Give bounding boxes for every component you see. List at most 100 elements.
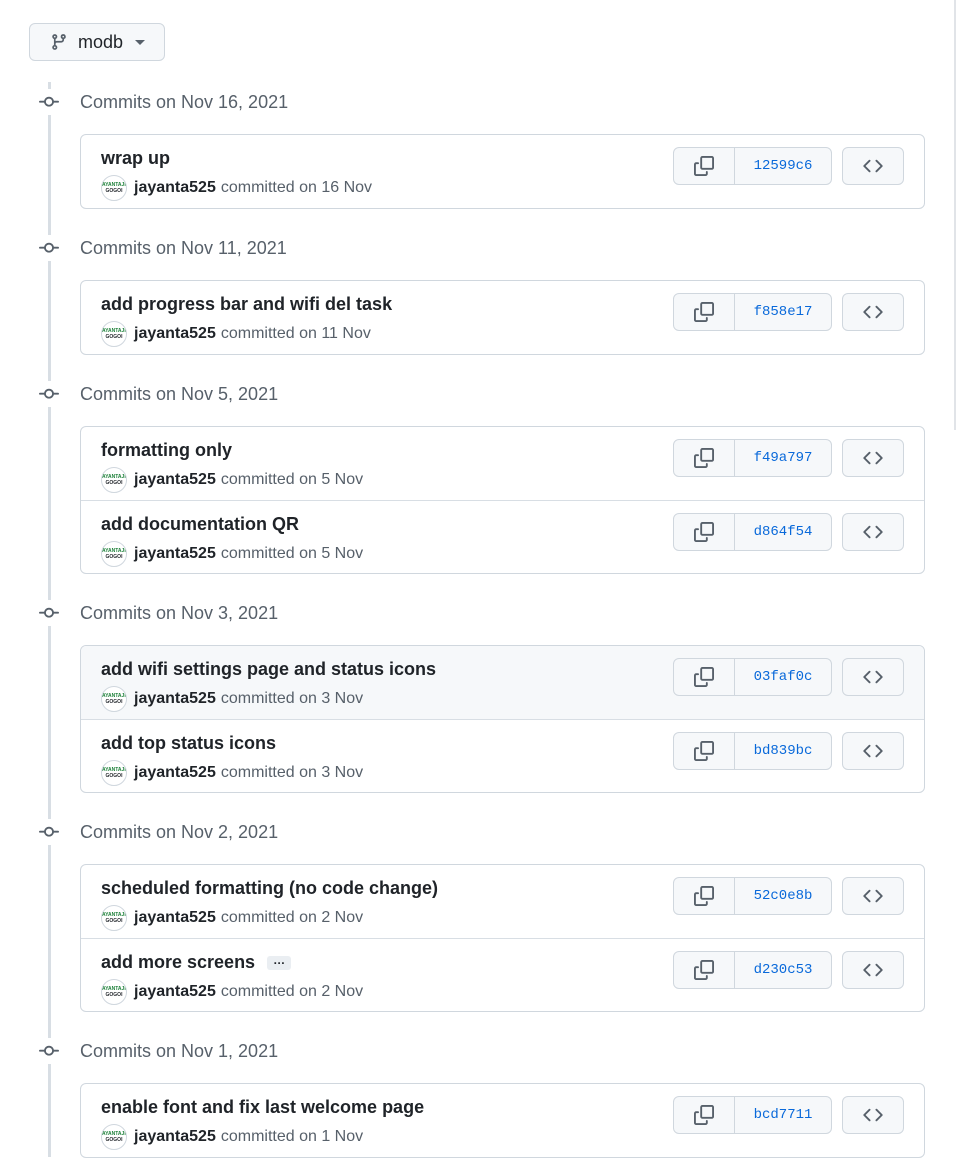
commit-message-link[interactable]: add documentation QR	[101, 514, 299, 535]
commit-row: enable font and fix last welcome page JAY…	[81, 1084, 924, 1157]
copy-sha-button[interactable]	[674, 952, 735, 988]
avatar[interactable]: JAYANTAJITGOGOI	[101, 905, 127, 931]
commit-group-list: scheduled formatting (no code change) JAY…	[80, 864, 925, 1012]
commit-sha-link[interactable]: d864f54	[735, 514, 831, 550]
commit-row: add wifi settings page and status icons J…	[81, 646, 924, 719]
avatar[interactable]: JAYANTAJITGOGOI	[101, 686, 127, 712]
commit-sha-group: 12599c6	[673, 147, 832, 185]
browse-repo-button[interactable]	[842, 513, 904, 551]
commit-message-link[interactable]: add progress bar and wifi del task	[101, 294, 392, 315]
copy-icon	[694, 667, 714, 687]
commit-group-date: Commits on Nov 5, 2021	[80, 383, 279, 404]
commit-sha-link[interactable]: d230c53	[735, 952, 831, 988]
commit-group-date: Commits on Nov 1, 2021	[80, 1040, 279, 1061]
avatar[interactable]: JAYANTAJITGOGOI	[101, 1124, 127, 1150]
commit-message-link[interactable]: wrap up	[101, 148, 170, 169]
code-icon	[863, 741, 883, 761]
commit-date-text: committed on 5 Nov	[220, 471, 364, 488]
commit-author-link[interactable]: jayanta525	[134, 1128, 216, 1146]
commit-group-header: Commits on Nov 1, 2021	[36, 1036, 278, 1066]
commit-group-list: add progress bar and wifi del task JAYANT…	[80, 280, 925, 355]
copy-icon	[694, 302, 714, 322]
commit-sha-link[interactable]: 12599c6	[735, 148, 831, 184]
browse-repo-button[interactable]	[842, 1096, 904, 1134]
expand-message-button[interactable]: …	[267, 954, 292, 970]
commit-sha-group: f49a797	[673, 439, 832, 477]
git-commit-icon	[36, 89, 62, 115]
commit-sha-link[interactable]: 03faf0c	[735, 659, 831, 695]
browse-repo-button[interactable]	[842, 658, 904, 696]
copy-sha-button[interactable]	[674, 1097, 735, 1133]
commit-author-link[interactable]: jayanta525	[134, 179, 216, 197]
commit-date-text: committed on 16 Nov	[220, 179, 373, 196]
copy-icon	[694, 1105, 714, 1125]
code-icon	[863, 960, 883, 980]
commit-date-text: committed on 5 Nov	[220, 545, 364, 562]
commit-group-header: Commits on Nov 3, 2021	[36, 598, 278, 628]
commit-group-header: Commits on Nov 11, 2021	[36, 233, 287, 263]
commit-message-link[interactable]: add wifi settings page and status icons	[101, 659, 436, 680]
commit-row: add documentation QR JAYANTAJITGOGOI jayan…	[81, 500, 924, 573]
commit-sha-link[interactable]: bd839bc	[735, 733, 831, 769]
copy-sha-button[interactable]	[674, 878, 735, 914]
copy-icon	[694, 960, 714, 980]
commit-author-link[interactable]: jayanta525	[134, 545, 216, 563]
branch-select-button[interactable]: modb	[29, 23, 165, 61]
copy-sha-button[interactable]	[674, 148, 735, 184]
commit-group-date: Commits on Nov 3, 2021	[80, 602, 279, 623]
commit-sha-link[interactable]: 52c0e8b	[735, 878, 831, 914]
avatar[interactable]: JAYANTAJITGOGOI	[101, 321, 127, 347]
commit-message-link[interactable]: scheduled formatting (no code change)	[101, 878, 438, 899]
copy-sha-button[interactable]	[674, 440, 735, 476]
code-icon	[863, 448, 883, 468]
commit-sha-group: 03faf0c	[673, 658, 832, 696]
browse-repo-button[interactable]	[842, 732, 904, 770]
commit-group-list: add wifi settings page and status icons J…	[80, 645, 925, 793]
commit-group-date: Commits on Nov 16, 2021	[80, 91, 289, 112]
commit-group-date: Commits on Nov 2, 2021	[80, 821, 279, 842]
commit-sha-link[interactable]: f858e17	[735, 294, 831, 330]
commit-group-header: Commits on Nov 2, 2021	[36, 817, 278, 847]
avatar[interactable]: JAYANTAJITGOGOI	[101, 175, 127, 201]
copy-sha-button[interactable]	[674, 514, 735, 550]
commit-date-text: committed on 11 Nov	[220, 325, 371, 342]
commit-message-link[interactable]: formatting only	[101, 440, 232, 461]
browse-repo-button[interactable]	[842, 147, 904, 185]
commit-message-link[interactable]: enable font and fix last welcome page	[101, 1097, 424, 1118]
commit-author-link[interactable]: jayanta525	[134, 764, 216, 782]
branch-name: modb	[78, 31, 124, 52]
code-icon	[863, 667, 883, 687]
avatar[interactable]: JAYANTAJITGOGOI	[101, 979, 127, 1005]
commit-author-link[interactable]: jayanta525	[134, 690, 216, 708]
commit-author-link[interactable]: jayanta525	[134, 471, 216, 489]
copy-sha-button[interactable]	[674, 733, 735, 769]
commit-row: add top status icons JAYANTAJITGOGOI jayan…	[81, 719, 924, 792]
avatar[interactable]: JAYANTAJITGOGOI	[101, 541, 127, 567]
browse-repo-button[interactable]	[842, 439, 904, 477]
browse-repo-button[interactable]	[842, 877, 904, 915]
browse-repo-button[interactable]	[842, 951, 904, 989]
commit-sha-group: bcd7711	[673, 1096, 832, 1134]
commit-row: scheduled formatting (no code change) JAY…	[81, 865, 924, 938]
commit-date-text: committed on 2 Nov	[220, 909, 364, 926]
git-branch-icon	[52, 34, 66, 50]
browse-repo-button[interactable]	[842, 293, 904, 331]
commit-author-link[interactable]: jayanta525	[134, 983, 216, 1001]
commit-message-link[interactable]: add more screens	[101, 952, 255, 973]
commit-author-link[interactable]: jayanta525	[134, 325, 216, 343]
avatar[interactable]: JAYANTAJITGOGOI	[101, 760, 127, 786]
commit-group-header: Commits on Nov 5, 2021	[36, 379, 278, 409]
avatar[interactable]: JAYANTAJITGOGOI	[101, 467, 127, 493]
commit-sha-group: bd839bc	[673, 732, 832, 770]
commit-date-text: committed on 1 Nov	[220, 1128, 364, 1145]
commit-row: wrap up JAYANTAJITGOGOI jayanta525committe…	[81, 135, 924, 208]
git-commit-icon	[36, 819, 62, 845]
commit-author-link[interactable]: jayanta525	[134, 909, 216, 927]
commit-message-link[interactable]: add top status icons	[101, 733, 276, 754]
commit-row: add progress bar and wifi del task JAYANT…	[81, 281, 924, 354]
commit-sha-link[interactable]: f49a797	[735, 440, 831, 476]
copy-sha-button[interactable]	[674, 294, 735, 330]
copy-sha-button[interactable]	[674, 659, 735, 695]
commit-sha-group: 52c0e8b	[673, 877, 832, 915]
commit-sha-link[interactable]: bcd7711	[735, 1097, 831, 1133]
